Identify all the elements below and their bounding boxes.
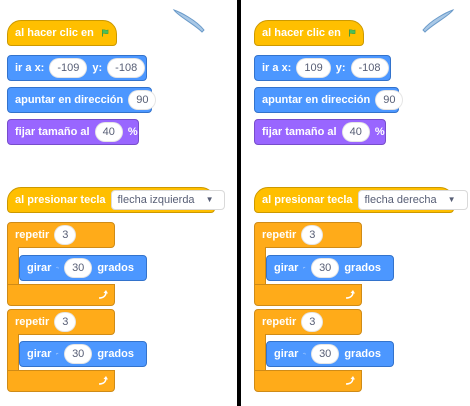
block-label: grados — [97, 348, 134, 360]
turn-block[interactable]: girar 30 grados — [266, 341, 394, 367]
rotate-right-icon — [303, 266, 306, 269]
repeat-c-arm — [254, 247, 266, 287]
repeat-block[interactable]: repetir 3 — [7, 309, 115, 335]
turn-block[interactable]: girar 30 grados — [266, 255, 394, 281]
block-label: repetir — [262, 229, 297, 241]
block-label: fijar tamaño al — [262, 126, 337, 138]
when-flag-clicked-block[interactable]: al hacer clic en — [254, 20, 364, 46]
repeat-block[interactable]: repetir 3 — [254, 309, 362, 335]
set-size-block[interactable]: fijar tamaño al 40 % — [254, 119, 386, 145]
pencil-sprite-icon — [417, 6, 457, 36]
chevron-down-icon: ▼ — [447, 195, 456, 204]
block-label: y: — [335, 62, 346, 74]
block-label: fijar tamaño al — [15, 126, 90, 138]
block-label: repetir — [262, 316, 297, 328]
right-script-pane: al hacer clic en ir a x: 109 y: -108 apu… — [241, 0, 470, 406]
degrees-input[interactable]: 30 — [64, 344, 93, 364]
block-label: repetir — [15, 316, 50, 328]
point-in-direction-block[interactable]: apuntar en dirección 90 — [254, 87, 404, 113]
block-label: apuntar en dirección — [15, 94, 124, 106]
size-input[interactable]: 40 — [94, 122, 123, 142]
block-label: apuntar en dirección — [262, 94, 371, 106]
when-key-pressed-block[interactable]: al presionar tecla flecha derecha ▼ — [254, 187, 468, 213]
key-dropdown-value: flecha izquierda — [117, 194, 195, 206]
loop-arrow-icon — [98, 376, 108, 385]
turn-block[interactable]: girar 30 grados — [19, 341, 147, 367]
when-flag-clicked-block[interactable]: al hacer clic en — [7, 20, 117, 46]
when-key-pressed-block[interactable]: al presionar tecla flecha izquierda ▼ — [7, 187, 226, 213]
point-in-direction-block[interactable]: apuntar en dirección 90 — [7, 87, 157, 113]
loop-arrow-icon — [345, 376, 355, 385]
direction-input[interactable]: 90 — [128, 90, 157, 110]
block-label: % — [127, 126, 138, 138]
block-label: al hacer clic en — [262, 27, 341, 39]
repeat-c-arm — [7, 334, 19, 374]
key-dropdown[interactable]: flecha izquierda ▼ — [110, 190, 226, 210]
degrees-input[interactable]: 30 — [311, 258, 340, 278]
goto-xy-block[interactable]: ir a x: 109 y: -108 — [254, 55, 391, 81]
block-label: repetir — [15, 229, 50, 241]
block-label: al hacer clic en — [15, 27, 94, 39]
block-label: ir a x: — [15, 62, 45, 74]
repeat-c-arm — [254, 334, 266, 374]
block-label: y: — [92, 62, 103, 74]
set-size-block[interactable]: fijar tamaño al 40 % — [7, 119, 139, 145]
repeat-count-input[interactable]: 3 — [54, 225, 77, 245]
rotate-left-icon — [56, 266, 59, 269]
block-label: grados — [344, 262, 381, 274]
size-input[interactable]: 40 — [341, 122, 370, 142]
block-label: ir a x: — [262, 62, 292, 74]
block-label: girar — [274, 348, 299, 360]
block-label: girar — [27, 348, 52, 360]
rotate-right-icon — [56, 352, 59, 355]
pencil-sprite-icon — [170, 6, 210, 36]
block-label: al presionar tecla — [262, 194, 353, 206]
loop-arrow-icon — [345, 290, 355, 299]
chevron-down-icon: ▼ — [205, 195, 214, 204]
degrees-input[interactable]: 30 — [64, 258, 93, 278]
green-flag-icon — [101, 29, 109, 37]
block-label: girar — [274, 262, 299, 274]
turn-block[interactable]: girar 30 grados — [19, 255, 147, 281]
key-dropdown-value: flecha derecha — [364, 194, 437, 206]
repeat-count-input[interactable]: 3 — [301, 225, 324, 245]
direction-input[interactable]: 90 — [375, 90, 404, 110]
left-script-pane: al hacer clic en ir a x: -109 y: -108 ap… — [0, 0, 237, 406]
repeat-count-input[interactable]: 3 — [301, 312, 324, 332]
goto-xy-block[interactable]: ir a x: -109 y: -108 — [7, 55, 147, 81]
block-label: girar — [27, 262, 52, 274]
block-label: al presionar tecla — [15, 194, 106, 206]
repeat-c-arm — [7, 247, 19, 287]
block-label: % — [374, 126, 385, 138]
x-input[interactable]: -109 — [49, 58, 88, 78]
x-input[interactable]: 109 — [296, 58, 331, 78]
y-input[interactable]: -108 — [350, 58, 389, 78]
rotate-left-icon — [303, 352, 306, 355]
repeat-block[interactable]: repetir 3 — [7, 222, 115, 248]
degrees-input[interactable]: 30 — [311, 344, 340, 364]
y-input[interactable]: -108 — [107, 58, 146, 78]
key-dropdown[interactable]: flecha derecha ▼ — [357, 190, 468, 210]
repeat-count-input[interactable]: 3 — [54, 312, 77, 332]
green-flag-icon — [348, 29, 356, 37]
block-label: grados — [97, 262, 134, 274]
loop-arrow-icon — [98, 290, 108, 299]
repeat-block[interactable]: repetir 3 — [254, 222, 362, 248]
block-label: grados — [344, 348, 381, 360]
